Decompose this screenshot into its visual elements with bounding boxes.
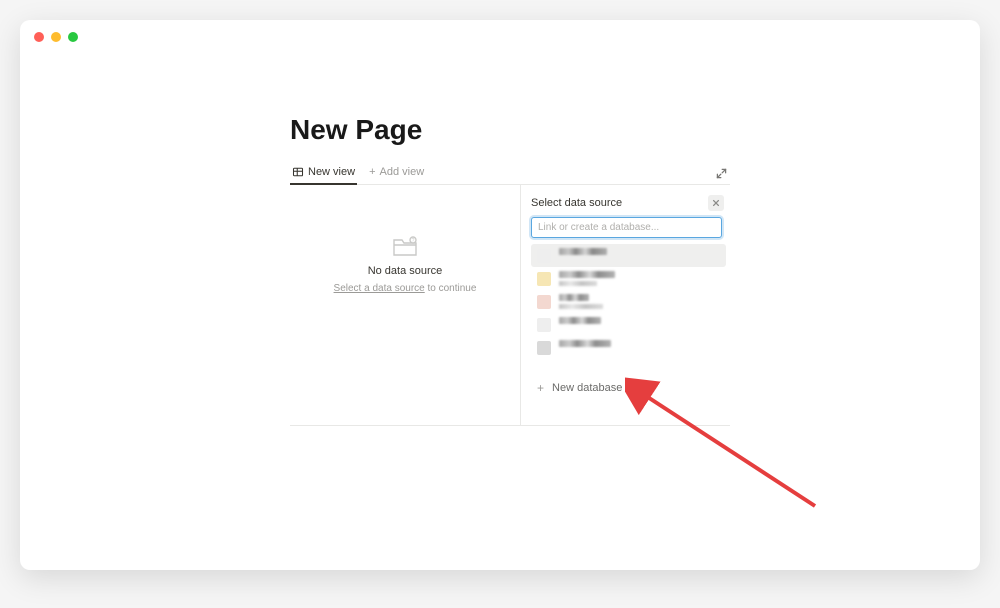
plus-icon: + bbox=[369, 166, 375, 178]
window-controls bbox=[20, 20, 980, 54]
database-option[interactable] bbox=[531, 290, 726, 313]
redacted-text bbox=[559, 317, 601, 324]
redacted-text bbox=[559, 294, 589, 301]
page-icon bbox=[537, 295, 551, 309]
database-list bbox=[531, 244, 726, 359]
expand-button[interactable] bbox=[712, 164, 730, 182]
close-window-button[interactable] bbox=[34, 32, 44, 42]
page-title[interactable]: New Page bbox=[290, 114, 980, 146]
page-icon bbox=[537, 249, 551, 263]
redacted-text bbox=[559, 340, 611, 347]
tab-new-view[interactable]: New view bbox=[290, 160, 357, 184]
empty-state-title: No data source bbox=[368, 265, 443, 277]
view-tabs: New view + Add view bbox=[290, 160, 730, 185]
empty-state-subtitle: Select a data source to continue bbox=[334, 283, 477, 294]
empty-state: ? No data source Select a data source to… bbox=[290, 185, 520, 425]
app-window: New Page New view + Add view bbox=[20, 20, 980, 570]
plus-icon: + bbox=[537, 381, 544, 395]
page-content: New Page New view + Add view bbox=[20, 54, 980, 570]
data-source-popover: Select data source bbox=[520, 185, 730, 425]
empty-state-suffix: to continue bbox=[425, 283, 477, 294]
add-view-button[interactable]: + Add view bbox=[367, 160, 426, 184]
database-search-input[interactable] bbox=[531, 217, 722, 238]
maximize-window-button[interactable] bbox=[68, 32, 78, 42]
new-database-label: New database bbox=[552, 382, 622, 394]
popover-header: Select data source bbox=[531, 195, 730, 217]
database-option[interactable] bbox=[531, 336, 726, 359]
redacted-text bbox=[559, 304, 603, 309]
page-icon bbox=[537, 341, 551, 355]
view-body: ? No data source Select a data source to… bbox=[290, 185, 730, 426]
popover-title: Select data source bbox=[531, 197, 622, 209]
page-icon bbox=[537, 272, 551, 286]
redacted-text bbox=[559, 281, 597, 286]
expand-icon bbox=[716, 168, 727, 179]
add-view-label: Add view bbox=[380, 166, 425, 178]
page-icon bbox=[537, 318, 551, 332]
popover-close-button[interactable] bbox=[708, 195, 724, 211]
table-icon bbox=[292, 166, 304, 178]
database-option[interactable] bbox=[531, 244, 726, 267]
svg-text:?: ? bbox=[412, 238, 415, 244]
tab-label: New view bbox=[308, 166, 355, 178]
database-option[interactable] bbox=[531, 267, 726, 290]
redacted-text bbox=[559, 271, 615, 278]
database-option[interactable] bbox=[531, 313, 726, 336]
new-database-button[interactable]: + New database bbox=[531, 373, 730, 403]
redacted-text bbox=[559, 248, 607, 255]
minimize-window-button[interactable] bbox=[51, 32, 61, 42]
folder-icon: ? bbox=[391, 235, 419, 259]
close-icon bbox=[712, 199, 720, 207]
select-source-link[interactable]: Select a data source bbox=[334, 283, 425, 294]
